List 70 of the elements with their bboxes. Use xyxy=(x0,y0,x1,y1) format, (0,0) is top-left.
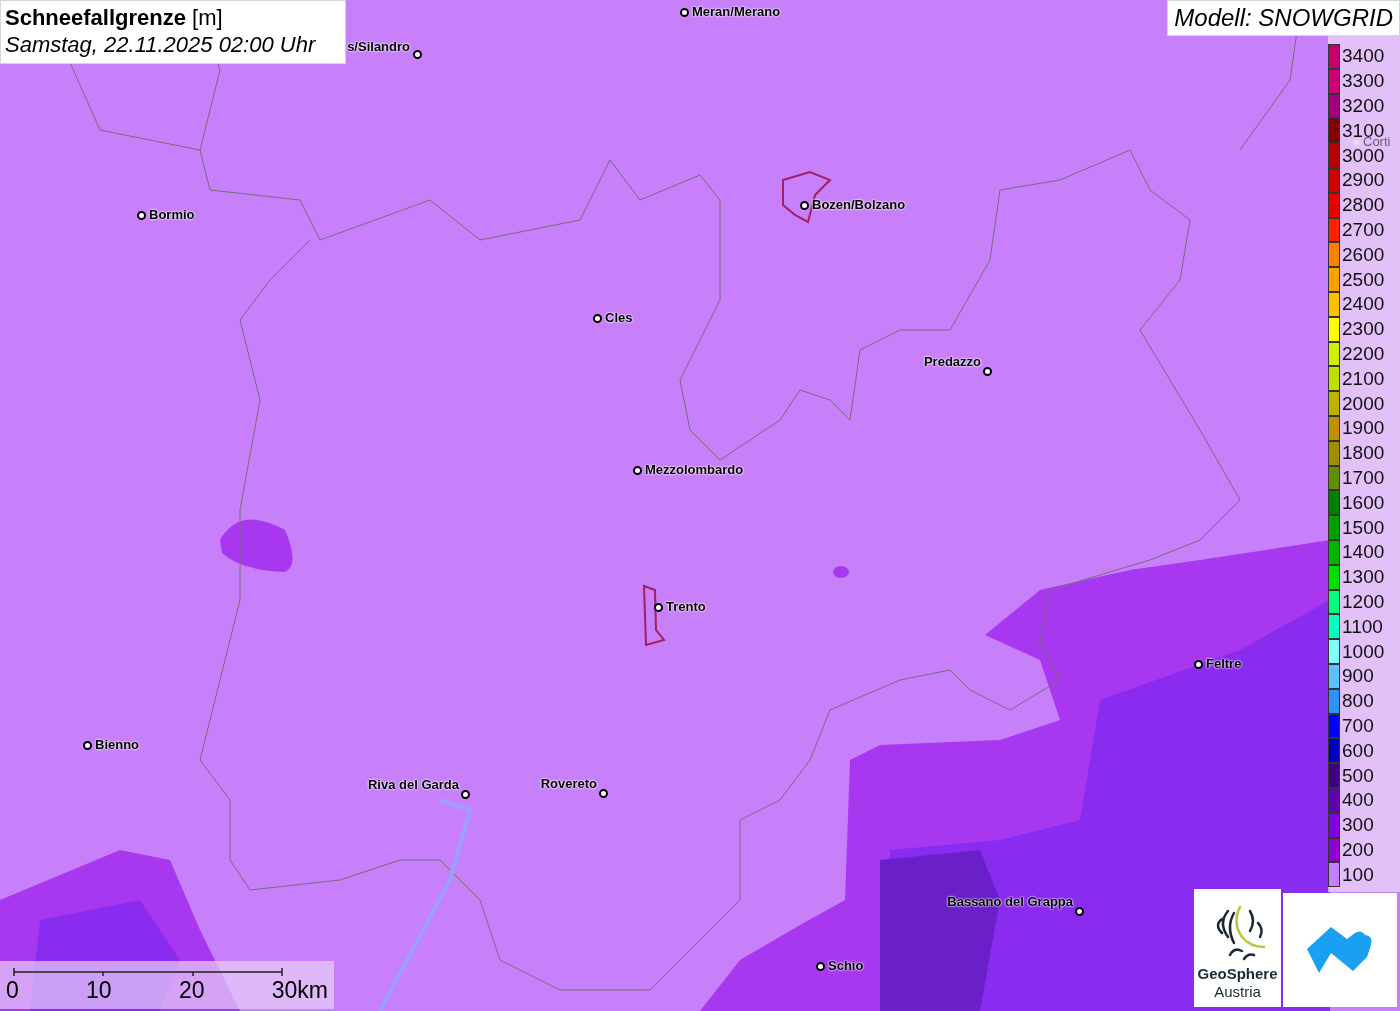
legend-label: 2700 xyxy=(1342,218,1385,241)
legend-label: 2000 xyxy=(1342,392,1385,415)
city-label: Trento xyxy=(666,600,706,614)
city-label: s/Silandro xyxy=(347,40,410,54)
city-marker xyxy=(816,962,825,971)
legend-label: 1400 xyxy=(1342,541,1385,564)
legend-label: 1300 xyxy=(1342,566,1385,589)
legend-label: 600 xyxy=(1342,739,1374,762)
legend-label: 300 xyxy=(1342,814,1374,837)
city-label: Riva del Garda xyxy=(367,778,459,792)
city-label: Meran/Merano xyxy=(692,5,781,19)
brand-name: GeoSphere xyxy=(1197,965,1278,983)
legend-label: 700 xyxy=(1342,714,1374,737)
legend-label: 800 xyxy=(1342,690,1374,713)
city-marker xyxy=(1075,907,1084,916)
legend-label: 3300 xyxy=(1342,70,1385,93)
legend-label: 3200 xyxy=(1342,95,1385,117)
city-marker xyxy=(599,789,608,798)
legend-label: 2400 xyxy=(1342,293,1385,316)
legend-label: 1500 xyxy=(1342,516,1385,539)
model-label: Modell: SNOWGRID xyxy=(1174,3,1393,33)
scale-label: 20 xyxy=(178,977,205,1003)
legend-label: 100 xyxy=(1342,863,1374,886)
legend-label: 2900 xyxy=(1342,169,1385,192)
city-marker xyxy=(680,8,689,17)
city-label: Bozen/Bolzano xyxy=(812,198,906,212)
scale-label: 30km xyxy=(271,977,328,1003)
legend-label: 1000 xyxy=(1342,640,1385,663)
city-label: Bassano del Grappa xyxy=(947,895,1073,909)
city-marker xyxy=(83,741,92,750)
legend-label: 2200 xyxy=(1342,342,1385,365)
legend-label: 3400 xyxy=(1342,45,1385,68)
map-title: Schneefallgrenze [m] xyxy=(5,5,224,31)
city-marker xyxy=(461,790,470,799)
city-label: Predazzo xyxy=(923,355,981,369)
legend-label: 2600 xyxy=(1342,243,1385,266)
city-label: Mezzolombardo xyxy=(645,463,744,477)
mountain-cloud-logo-icon xyxy=(1307,925,1373,975)
city-label: Bienno xyxy=(95,738,140,752)
city-marker xyxy=(413,50,422,59)
scale-label: 10 xyxy=(86,977,112,1003)
legend-label: 1900 xyxy=(1342,417,1385,440)
brand-subtitle: Austria xyxy=(1214,983,1261,1001)
legend-label: 1800 xyxy=(1342,442,1385,465)
legend-label: 2500 xyxy=(1342,268,1385,291)
legend-label: 200 xyxy=(1342,838,1374,861)
legend-label: 2800 xyxy=(1342,194,1385,217)
city-marker xyxy=(593,314,602,323)
city-label: Schio xyxy=(828,959,864,973)
forecast-datetime: Samstag, 22.11.2025 02:00 Uhr xyxy=(5,31,317,59)
legend-label: 1100 xyxy=(1342,615,1383,638)
legend-label: 2100 xyxy=(1342,367,1385,390)
city-marker xyxy=(800,201,809,210)
city-marker xyxy=(1194,660,1203,669)
legend-label: 1700 xyxy=(1342,466,1385,489)
legend-label: 900 xyxy=(1342,665,1374,688)
city-marker xyxy=(137,211,146,220)
legend-label: 1200 xyxy=(1342,590,1385,613)
legend-label: 500 xyxy=(1342,764,1374,787)
legend-label: 2300 xyxy=(1342,318,1385,341)
city-label: Bormio xyxy=(149,208,195,222)
city-marker xyxy=(654,603,663,612)
city-label: Feltre xyxy=(1206,657,1242,671)
scale-label: 0 xyxy=(6,977,19,1003)
legend-label: 400 xyxy=(1342,789,1374,812)
city-marker xyxy=(633,466,642,475)
city-marker xyxy=(983,367,992,376)
legend-label: 1600 xyxy=(1342,491,1385,514)
city-label: Cles xyxy=(605,311,633,325)
city-label: Rovereto xyxy=(540,777,597,791)
